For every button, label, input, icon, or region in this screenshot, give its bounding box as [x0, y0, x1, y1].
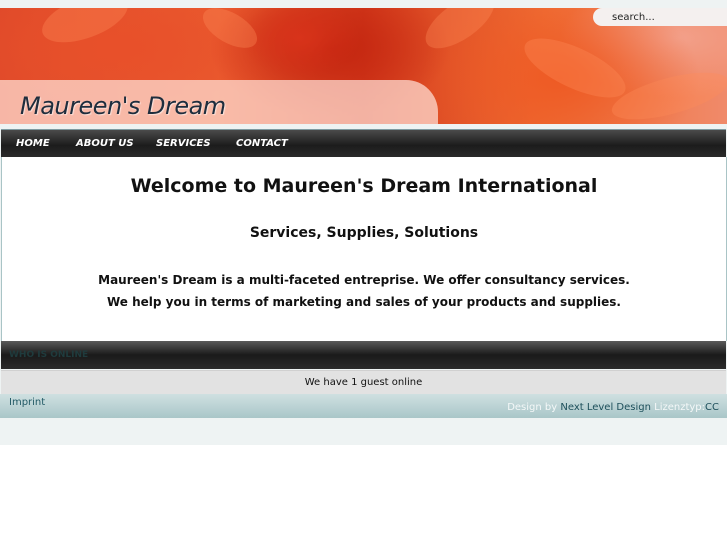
designer-link[interactable]: Next Level Design	[560, 402, 651, 413]
page-title: Welcome to Maureen's Dream International	[130, 175, 598, 197]
nav-item-contact[interactable]: CONTACT	[236, 138, 288, 149]
site-title: Maureen's Dream	[20, 92, 226, 120]
design-by-label: Design by	[507, 402, 558, 413]
license-link[interactable]: CC	[705, 402, 719, 413]
nav-item-home[interactable]: HOME	[16, 138, 50, 149]
footer-credits: Design by Next Level Design Lizenztyp:CC	[507, 402, 719, 413]
petal-decoration	[607, 63, 727, 124]
petal-decoration	[35, 8, 135, 53]
whos-online-box: We have 1 guest online	[1, 370, 726, 395]
page-subtitle: Services, Supplies, Solutions	[249, 225, 479, 241]
main-content: Welcome to Maureen's Dream International…	[1, 157, 727, 341]
footer: Imprint Design by Next Level Design Lize…	[0, 394, 727, 418]
petal-decoration	[516, 26, 634, 110]
petal-decoration	[196, 8, 264, 56]
whos-online-title: WHO IS ONLINE	[9, 350, 89, 360]
imprint-link[interactable]: Imprint	[9, 397, 45, 408]
license-label: Lizenztyp:	[654, 402, 706, 413]
whos-online-header: WHO IS ONLINE	[1, 341, 726, 369]
search-input[interactable]	[593, 8, 727, 26]
intro-paragraph: Maureen's Dream is a multi-faceted entre…	[98, 273, 630, 287]
online-status-text: We have 1 guest online	[304, 377, 423, 388]
main-navigation: HOME ABOUT US SERVICES CONTACT	[1, 129, 726, 158]
petal-decoration	[416, 8, 504, 59]
nav-item-about-us[interactable]: ABOUT US	[76, 138, 134, 149]
nav-item-services[interactable]: SERVICES	[156, 138, 211, 149]
intro-paragraph: We help you in terms of marketing and sa…	[106, 295, 621, 309]
